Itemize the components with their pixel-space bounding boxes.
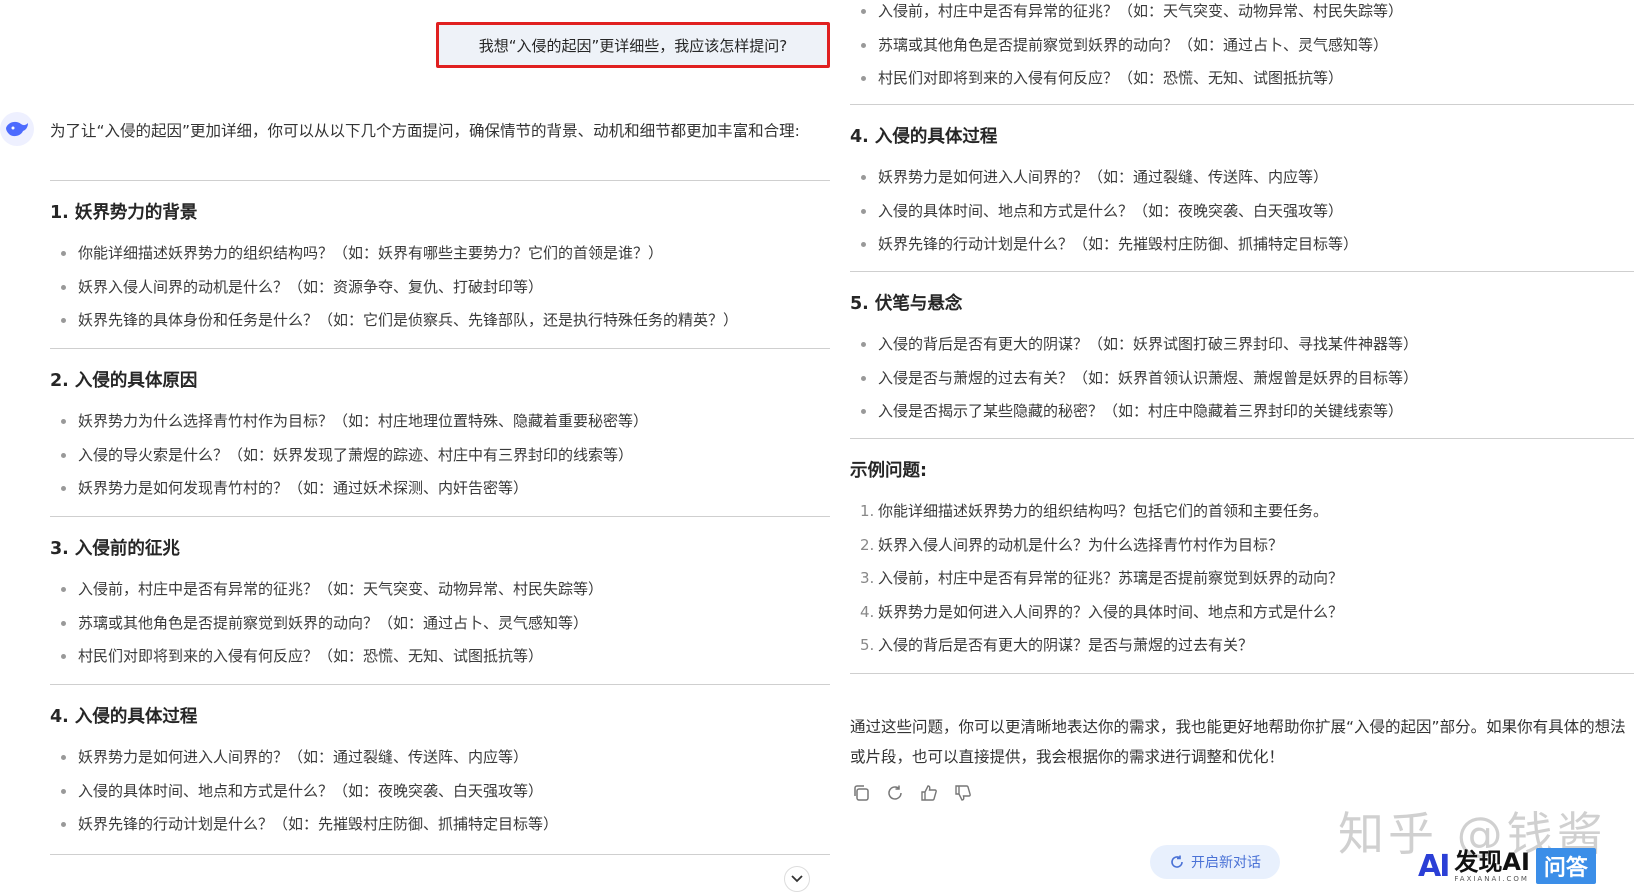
copy-icon	[854, 785, 869, 801]
list-item: 村民们对即将到来的入侵有何反应？（如：恐慌、无知、试图抵抗等）	[50, 640, 830, 674]
example-number: 4.	[860, 602, 875, 621]
list-item: 入侵是否揭示了某些隐藏的秘密？（如：村庄中隐藏着三界封印的关键线索等）	[850, 395, 1634, 429]
bullet-list: 妖界势力为什么选择青竹村作为目标？（如：村庄地理位置特殊、隐藏着重要秘密等） 入…	[50, 405, 830, 506]
divider	[50, 684, 830, 685]
example-item: 5. 入侵的背后是否有更大的阴谋？是否与萧煜的过去有关？	[850, 629, 1634, 663]
section-title: 4. 入侵的具体过程	[50, 707, 198, 727]
list-item: 妖界先锋的行动计划是什么？（如：先摧毁村庄防御、抓捕特定目标等）	[850, 228, 1634, 262]
regenerate-button[interactable]	[884, 782, 906, 804]
example-text: 入侵的背后是否有更大的阴谋？是否与萧煜的过去有关？	[878, 636, 1254, 654]
brand-ai: AI	[1418, 848, 1450, 884]
brand-main: 发现AI	[1454, 848, 1530, 876]
right-section-5: 5. 伏笔与悬念 入侵的背后是否有更大的阴谋？（如：妖界试图打破三界封印、寻找某…	[850, 271, 1634, 429]
left-panel: 我想“入侵的起因”更详细些，我应该怎样提问? 为了让“入侵的起因”更加详细，你可…	[0, 0, 840, 894]
left-section-4: 4. 入侵的具体过程 妖界势力是如何进入人间界的？（如：通过裂缝、传送阵、内应等…	[50, 684, 830, 855]
divider	[50, 853, 830, 855]
bullet-list: 入侵的背后是否有更大的阴谋？（如：妖界试图打破三界封印、寻找某件神器等） 入侵是…	[850, 328, 1634, 429]
list-item: 入侵的导火索是什么？（如：妖界发现了萧煜的踪迹、村庄中有三界封印的线索等）	[50, 439, 830, 473]
thumbs-up-icon	[921, 785, 937, 801]
list-item: 妖界势力是如何发现青竹村的？（如：通过妖术探测、内奸告密等）	[50, 472, 830, 506]
user-message-bubble: 我想“入侵的起因”更详细些，我应该怎样提问?	[436, 22, 830, 68]
right-panel: 入侵前，村庄中是否有异常的征兆？（如：天气突变、动物异常、村民失踪等） 苏璃或其…	[850, 0, 1634, 894]
left-section-3: 3. 入侵前的征兆 入侵前，村庄中是否有异常的征兆？（如：天气突变、动物异常、村…	[50, 516, 830, 674]
examples-section: 示例问题: 1. 你能详细描述妖界势力的组织结构吗？包括它们的首领和主要任务。 2…	[850, 438, 1634, 674]
brand-text: 发现AI FAXIANAI.COM	[1454, 849, 1530, 883]
left-section-1: 1. 妖界势力的背景 你能详细描述妖界势力的组织结构吗？（如：妖界有哪些主要势力…	[50, 180, 830, 338]
example-item: 4. 妖界势力是如何进入人间界的？入侵的具体时间、地点和方式是什么？	[850, 596, 1634, 630]
bullet-list: 入侵前，村庄中是否有异常的征兆？（如：天气突变、动物异常、村民失踪等） 苏璃或其…	[850, 0, 1634, 96]
section-title: 3. 入侵前的征兆	[50, 539, 180, 559]
bullet-list: 妖界势力是如何进入人间界的？（如：通过裂缝、传送阵、内应等） 入侵的具体时间、地…	[850, 161, 1634, 262]
faxianai-logo: AI 发现AI FAXIANAI.COM 问答	[1418, 848, 1596, 884]
copy-button[interactable]	[850, 782, 872, 804]
like-button[interactable]	[918, 782, 940, 804]
scroll-down-button[interactable]	[784, 866, 810, 892]
example-text: 你能详细描述妖界势力的组织结构吗？包括它们的首领和主要任务。	[878, 502, 1329, 520]
example-number: 5.	[860, 636, 875, 654]
divider	[850, 438, 1634, 439]
list-item: 入侵的具体时间、地点和方式是什么？（如：夜晚突袭、白天强攻等）	[50, 775, 830, 809]
section-title: 1. 妖界势力的背景	[50, 203, 198, 223]
example-number: 2.	[860, 535, 875, 554]
examples-list: 1. 你能详细描述妖界势力的组织结构吗？包括它们的首领和主要任务。 2. 妖界入侵人…	[850, 495, 1634, 663]
example-item: 3. 入侵前，村庄中是否有异常的征兆？苏璃是否提前察觉到妖界的动向？	[850, 562, 1634, 596]
list-item: 村民们对即将到来的入侵有何反应？（如：恐慌、无知、试图抵抗等）	[850, 62, 1634, 96]
chevron-down-icon	[791, 875, 803, 883]
example-item: 1. 你能详细描述妖界势力的组织结构吗？包括它们的首领和主要任务。	[850, 495, 1634, 529]
dislike-button[interactable]	[952, 782, 974, 804]
example-item: 2. 妖界入侵人间界的动机是什么？为什么选择青竹村作为目标？	[850, 529, 1634, 563]
list-item: 入侵是否与萧煜的过去有关？（如：妖界首领认识萧煜、萧煜曾是妖界的目标等）	[850, 362, 1634, 396]
left-section-2: 2. 入侵的具体原因 妖界势力为什么选择青竹村作为目标？（如：村庄地理位置特殊、…	[50, 348, 830, 506]
divider	[850, 104, 1634, 105]
divider	[50, 348, 830, 349]
closing-text: 通过这些问题，你可以更清晰地表达你的需求，我也能更好地帮助你扩展“入侵的起因”部…	[850, 718, 1626, 766]
answer-intro: 为了让“入侵的起因”更加详细，你可以从以下几个方面提问，确保情节的背景、动机和细…	[50, 122, 800, 140]
right-section-4: 4. 入侵的具体过程 妖界势力是如何进入人间界的？（如：通过裂缝、传送阵、内应等…	[850, 104, 1634, 262]
list-item: 入侵的背后是否有更大的阴谋？（如：妖界试图打破三界封印、寻找某件神器等）	[850, 328, 1634, 362]
list-item: 妖界势力为什么选择青竹村作为目标？（如：村庄地理位置特殊、隐藏着重要秘密等）	[50, 405, 830, 439]
deepseek-whale-icon	[6, 121, 28, 137]
example-text: 妖界入侵人间界的动机是什么？为什么选择青竹村作为目标？	[878, 535, 1284, 554]
divider	[850, 271, 1634, 272]
list-item: 你能详细描述妖界势力的组织结构吗？（如：妖界有哪些主要势力？它们的首领是谁？）	[50, 237, 830, 271]
list-item: 苏璃或其他角色是否提前察觉到妖界的动向？（如：通过占卜、灵气感知等）	[50, 607, 830, 641]
refresh-icon	[888, 785, 902, 800]
right-top-list: 入侵前，村庄中是否有异常的征兆？（如：天气突变、动物异常、村民失踪等） 苏璃或其…	[850, 0, 1634, 96]
list-item: 妖界入侵人间界的动机是什么？（如：资源争夺、复仇、打破封印等）	[50, 271, 830, 305]
message-actions	[850, 782, 974, 804]
section-title: 2. 入侵的具体原因	[50, 371, 198, 391]
new-chat-icon	[1171, 855, 1183, 868]
new-chat-button[interactable]: 开启新对话	[1150, 845, 1280, 879]
thumbs-down-icon	[955, 785, 971, 801]
section-title: 5. 伏笔与悬念	[850, 294, 963, 314]
examples-title: 示例问题:	[850, 461, 927, 481]
list-item: 入侵前，村庄中是否有异常的征兆？（如：天气突变、动物异常、村民失踪等）	[850, 0, 1634, 29]
new-chat-label: 开启新对话	[1191, 855, 1261, 871]
divider	[50, 180, 830, 181]
list-item: 妖界先锋的具体身份和任务是什么？（如：它们是侦察兵、先锋部队，还是执行特殊任务的…	[50, 304, 830, 338]
list-item: 苏璃或其他角色是否提前察觉到妖界的动向？（如：通过占卜、灵气感知等）	[850, 29, 1634, 63]
example-number: 3.	[860, 569, 875, 587]
divider	[850, 672, 1634, 674]
bullet-list: 妖界势力是如何进入人间界的？（如：通过裂缝、传送阵、内应等） 入侵的具体时间、地…	[50, 741, 830, 842]
list-item: 妖界势力是如何进入人间界的？（如：通过裂缝、传送阵、内应等）	[50, 741, 830, 775]
bullet-list: 你能详细描述妖界势力的组织结构吗？（如：妖界有哪些主要势力？它们的首领是谁？） …	[50, 237, 830, 338]
divider	[50, 516, 830, 517]
list-item: 入侵前，村庄中是否有异常的征兆？（如：天气突变、动物异常、村民失踪等）	[50, 573, 830, 607]
example-text: 入侵前，村庄中是否有异常的征兆？苏璃是否提前察觉到妖界的动向？	[878, 569, 1344, 587]
example-number: 1.	[860, 502, 875, 520]
brand-tag: 问答	[1535, 848, 1596, 884]
list-item: 妖界先锋的行动计划是什么？（如：先摧毁村庄防御、抓捕特定目标等）	[50, 808, 830, 842]
list-item: 入侵的具体时间、地点和方式是什么？（如：夜晚突袭、白天强攻等）	[850, 195, 1634, 229]
list-item: 妖界势力是如何进入人间界的？（如：通过裂缝、传送阵、内应等）	[850, 161, 1634, 195]
brand-sub: FAXIANAI.COM	[1454, 875, 1529, 883]
bullet-list: 入侵前，村庄中是否有异常的征兆？（如：天气突变、动物异常、村民失踪等） 苏璃或其…	[50, 573, 830, 674]
example-text: 妖界势力是如何进入人间界的？入侵的具体时间、地点和方式是什么？	[878, 602, 1344, 621]
assistant-avatar	[0, 112, 34, 146]
section-title: 4. 入侵的具体过程	[850, 127, 998, 147]
